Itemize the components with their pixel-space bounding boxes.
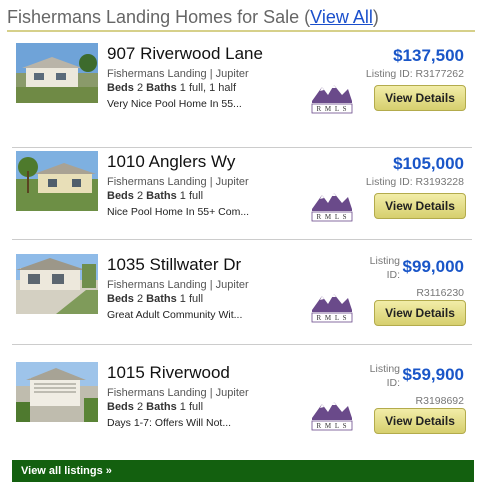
listing-address[interactable]: 1010 Anglers Wy	[107, 151, 235, 173]
listing-description: Very Nice Pool Home In 55...	[107, 98, 242, 110]
page-title: Fishermans Landing Homes for Sale (View …	[7, 6, 475, 28]
listing-card: 1035 Stillwater Dr Fishermans Landing | …	[12, 254, 472, 354]
listing-description: Days 1-7: Offers Will Not...	[107, 417, 232, 429]
listing-id-label: Listing ID:	[369, 363, 400, 389]
listing-photo[interactable]	[16, 43, 98, 103]
rmls-logo-icon: R M L S	[310, 81, 354, 115]
listing-photo[interactable]	[16, 254, 98, 314]
listing-description: Nice Pool Home In 55+ Com...	[107, 206, 250, 218]
listing-divider	[12, 344, 472, 345]
listing-beds-baths: Beds 2 Baths 1 full	[107, 190, 204, 202]
rmls-logo-icon: R M L S	[310, 290, 354, 324]
listing-subdivision: Fishermans Landing | Jupiter	[107, 68, 249, 80]
listing-subdivision: Fishermans Landing | Jupiter	[107, 176, 249, 188]
listing-price: $59,900	[402, 365, 464, 384]
page-title-close: )	[372, 7, 379, 27]
view-details-button[interactable]: View Details	[374, 85, 466, 111]
page-header: Fishermans Landing Homes for Sale (View …	[7, 6, 475, 32]
footer-spacer	[0, 482, 483, 495]
listing-price: $99,000	[402, 257, 464, 276]
listing-divider	[12, 147, 472, 148]
listing-card: 1015 Riverwood Fishermans Landing | Jupi…	[12, 362, 472, 462]
listing-address[interactable]: 907 Riverwood Lane	[107, 43, 263, 65]
listing-address[interactable]: 1035 Stillwater Dr	[107, 254, 241, 276]
listing-price: $137,500	[393, 46, 464, 65]
listing-beds-baths: Beds 2 Baths 1 full, 1 half	[107, 82, 237, 94]
listing-id-label: Listing ID:	[369, 255, 400, 281]
svg-text:R M L S: R M L S	[316, 422, 347, 430]
svg-text:R M L S: R M L S	[316, 314, 347, 322]
listing-photo[interactable]	[16, 362, 98, 422]
listing-id-number: R3116230	[416, 287, 464, 299]
listing-id-number: R3198692	[415, 395, 464, 407]
svg-text:R M L S: R M L S	[316, 213, 347, 221]
listing-card: 907 Riverwood Lane Fishermans Landing | …	[12, 43, 472, 143]
rmls-logo-icon: R M L S	[310, 398, 354, 432]
listing-card: 1010 Anglers Wy Fishermans Landing | Jup…	[12, 151, 472, 251]
view-all-listings-button[interactable]: View all listings »	[12, 460, 474, 482]
view-all-link[interactable]: View All	[310, 7, 373, 27]
listing-photo[interactable]	[16, 151, 98, 211]
listing-id: Listing ID: R3193228	[365, 176, 464, 188]
listing-beds-baths: Beds 2 Baths 1 full	[107, 293, 204, 305]
listing-subdivision: Fishermans Landing | Jupiter	[107, 279, 249, 291]
view-details-button[interactable]: View Details	[374, 300, 466, 326]
listing-divider	[12, 239, 472, 240]
view-details-button[interactable]: View Details	[374, 408, 466, 434]
listing-id: Listing ID: R3177262	[365, 68, 464, 80]
listing-beds-baths: Beds 2 Baths 1 full	[107, 401, 204, 413]
view-details-button[interactable]: View Details	[374, 193, 466, 219]
rmls-logo-icon: R M L S	[310, 189, 354, 223]
listing-description: Great Adult Community Wit...	[107, 309, 243, 321]
listing-address[interactable]: 1015 Riverwood	[107, 362, 230, 384]
svg-text:R M L S: R M L S	[316, 105, 347, 113]
listing-price: $105,000	[393, 154, 464, 173]
listing-subdivision: Fishermans Landing | Jupiter	[107, 387, 249, 399]
page-title-text: Fishermans Landing Homes for Sale (	[7, 7, 311, 27]
